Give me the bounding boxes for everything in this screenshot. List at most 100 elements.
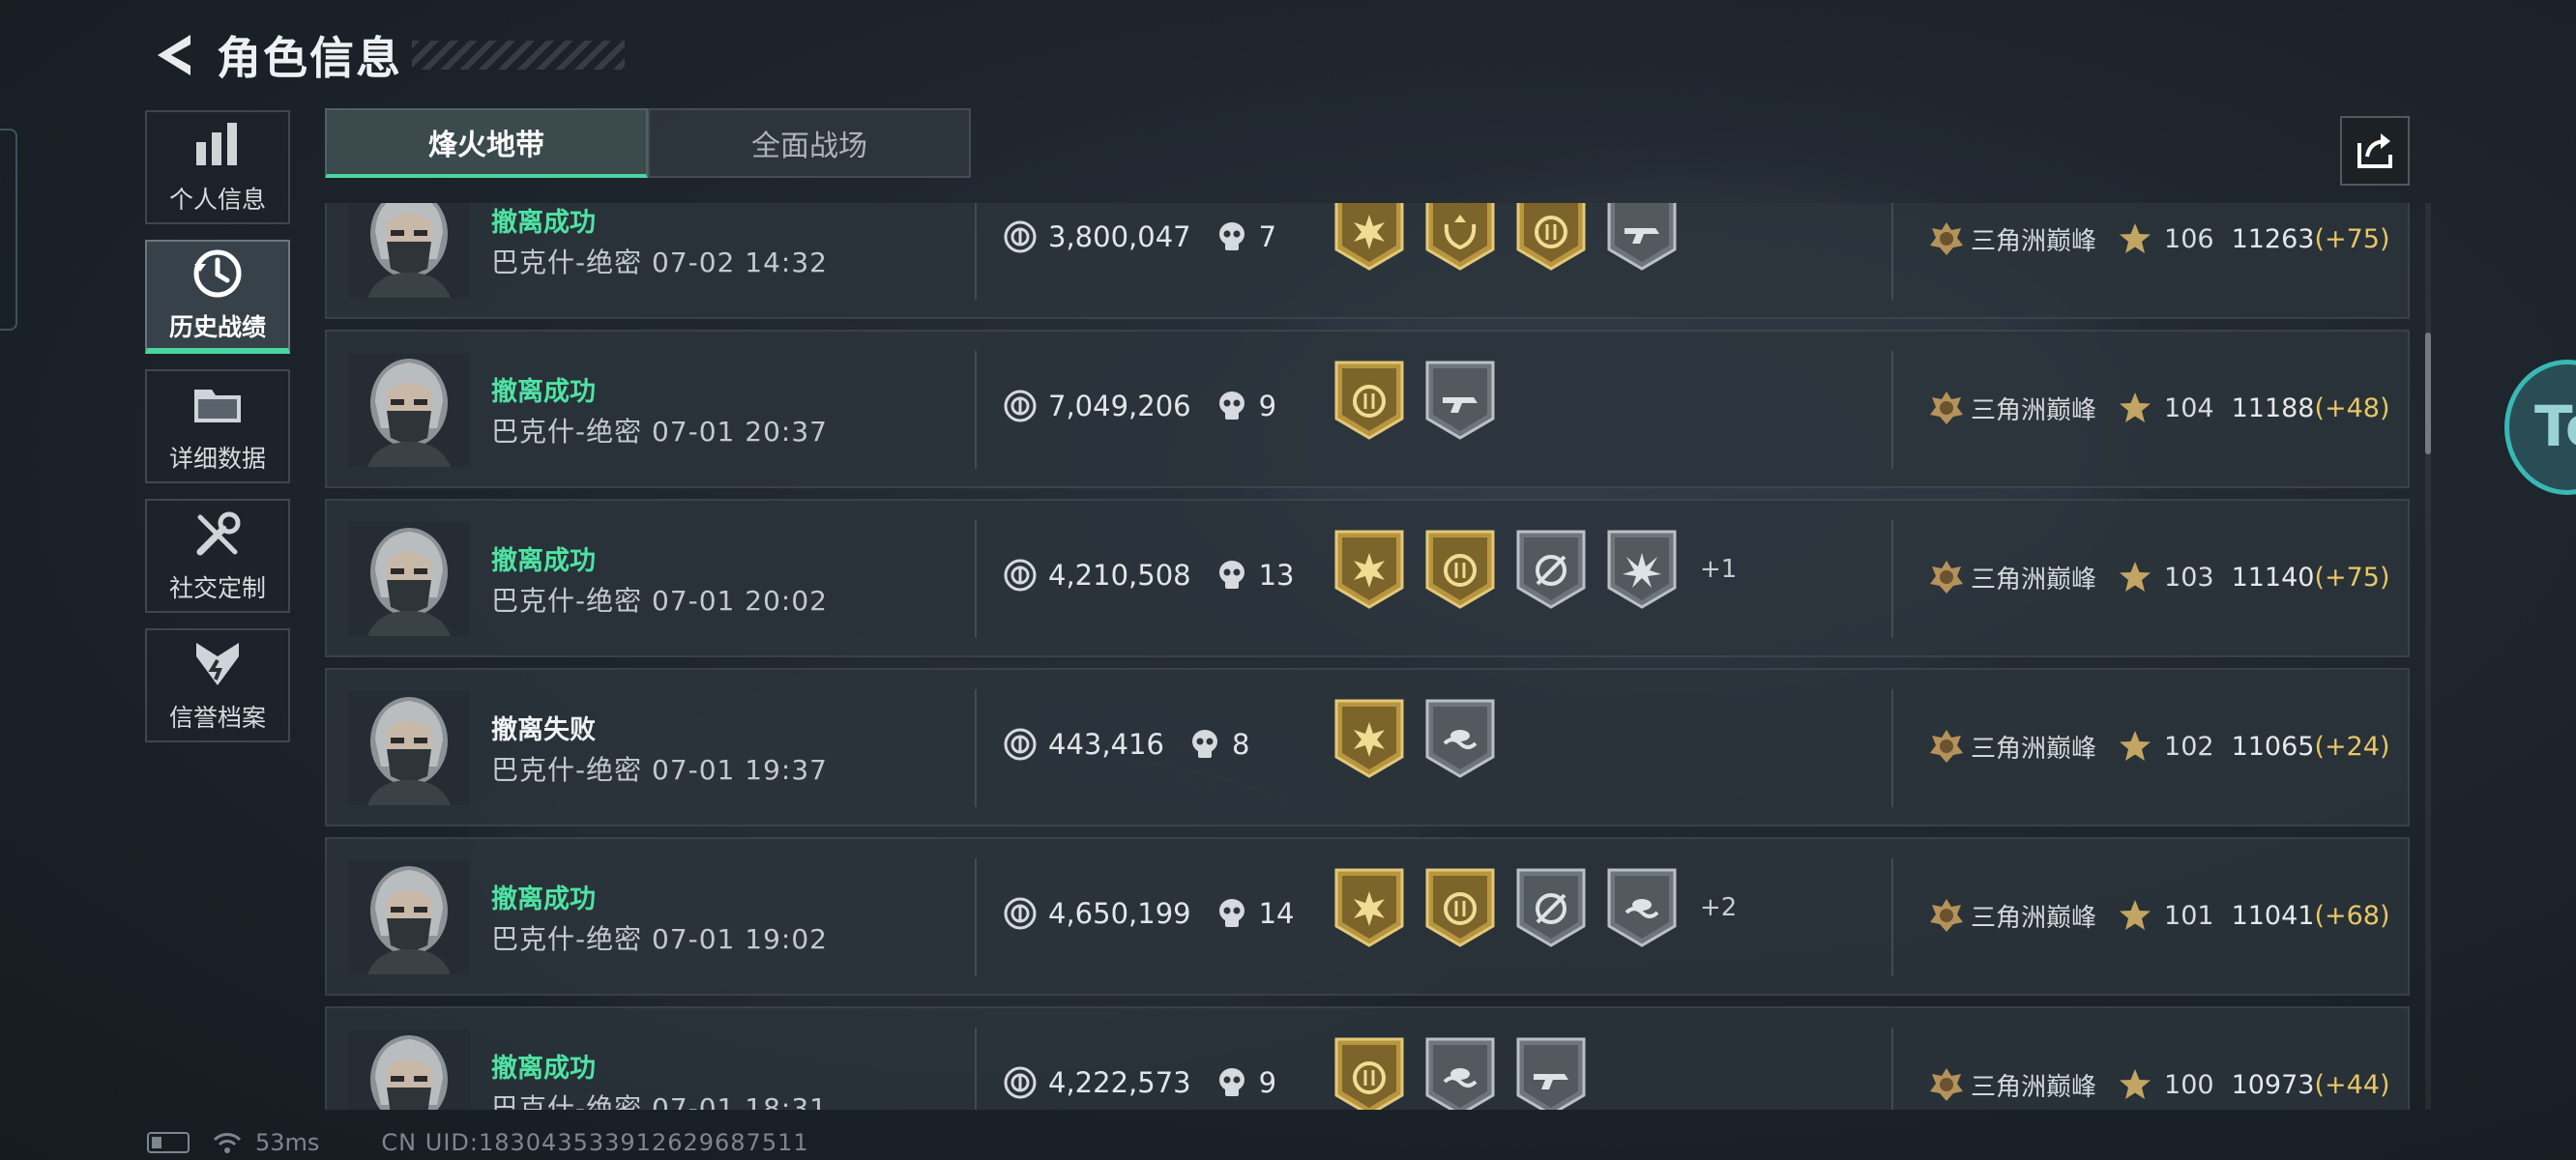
- chevron-badge-icon: [196, 643, 239, 685]
- rank-score: 11188(+48): [2232, 393, 2390, 423]
- more-medals-count[interactable]: +1: [1700, 555, 1737, 584]
- loot-value: 3,800,047 7: [1004, 220, 1276, 253]
- status-footer: 53ms CN UID:1830435339126296875​11: [147, 1129, 809, 1156]
- level-text: 104: [2164, 392, 2214, 423]
- wifi-icon: [213, 1133, 242, 1153]
- medal-silver-burst-icon[interactable]: [1605, 528, 1679, 611]
- rank-name: 三角洲巅峰: [1971, 565, 2097, 594]
- rank-score-value: 11140: [2231, 562, 2315, 593]
- medal-gold-coin-icon[interactable]: [1423, 866, 1497, 949]
- level-text: 102: [2164, 731, 2214, 762]
- latency-text: 53ms: [255, 1129, 320, 1156]
- rank-name: 三角洲巅峰: [1971, 1072, 2097, 1102]
- medal-gold-sun-icon[interactable]: [1332, 697, 1406, 780]
- map-and-time: 巴克什-绝密 07-01 19:02: [491, 923, 828, 955]
- tab-battlefield[interactable]: 全面战场: [648, 108, 971, 178]
- nav-label: 社交定制: [168, 574, 266, 602]
- share-button[interactable]: [2340, 116, 2410, 186]
- page-header: 角色信息: [145, 21, 625, 89]
- rank-score: 11263(+75): [2232, 224, 2390, 254]
- kill-count: 9: [1216, 1066, 1276, 1099]
- rank-info: 三角洲巅峰 106 11263(+75): [1926, 218, 2390, 259]
- operator-avatar: [348, 691, 470, 805]
- extraction-status: 撤离成功: [491, 1054, 596, 1084]
- battle-record-row[interactable]: 撤离失败 巴克什-绝密 07-01 19:37 443,416 8 三角洲巅峰 …: [325, 668, 2410, 826]
- star-icon: [2118, 391, 2152, 425]
- bar-chart-icon: [196, 123, 237, 165]
- divider: [1891, 858, 1893, 976]
- rank-info: 三角洲巅峰 103 11140(+75): [1926, 557, 2390, 597]
- kill-count-text: 9: [1258, 1066, 1277, 1099]
- rank-score-value: 10973: [2231, 1069, 2315, 1100]
- medal-silver-wave-icon[interactable]: [1605, 866, 1679, 949]
- battle-record-row[interactable]: 撤离成功 巴克什-绝密 07-01 19:02 4,650,199 14 +2: [325, 837, 2410, 996]
- loot-value: 4,222,573 9: [1004, 1066, 1276, 1099]
- nav-item-personal[interactable]: 个人信息: [145, 110, 290, 224]
- nav-item-social[interactable]: 社交定制: [145, 499, 290, 613]
- medal-list: +2: [1332, 866, 1737, 949]
- battle-record-row[interactable]: 撤离成功 巴克什-绝密 07-01 18:31 4,222,573 9 三角洲巅…: [325, 1006, 2410, 1110]
- level-text: 101: [2164, 900, 2214, 931]
- medal-gold-coin-icon[interactable]: [1332, 1035, 1406, 1110]
- rank-emblem-icon: [1926, 895, 1967, 936]
- medal-gold-coin-icon[interactable]: [1423, 528, 1497, 611]
- folder-icon: [194, 390, 241, 422]
- medal-silver-gun-icon[interactable]: [1423, 359, 1497, 442]
- rank-emblem-icon: [1926, 218, 1967, 259]
- title-decoration: [412, 41, 625, 70]
- operator-avatar: [348, 203, 470, 298]
- tab-firezone[interactable]: 烽火地带: [325, 108, 648, 178]
- rank-score-delta: (+48): [2314, 392, 2390, 423]
- medal-silver-target-icon[interactable]: [1514, 866, 1588, 949]
- mode-tabs: 烽火地带 全面战场: [325, 108, 971, 178]
- rank-score-value: 11041: [2231, 900, 2315, 931]
- medal-gold-sun-icon[interactable]: [1332, 203, 1406, 273]
- operator-avatar: [348, 522, 470, 636]
- medal-gold-wreath-icon[interactable]: [1423, 203, 1497, 273]
- loot-value-text: 443,416: [1048, 728, 1164, 761]
- share-icon: [2357, 133, 2392, 168]
- map-and-time: 巴克什-绝密 07-02 14:32: [491, 246, 828, 278]
- medal-gold-coin-icon[interactable]: [1514, 203, 1588, 273]
- side-drawer-handle[interactable]: [0, 129, 17, 331]
- medal-silver-gun-icon[interactable]: [1514, 1035, 1588, 1110]
- medal-gold-coin-icon[interactable]: [1332, 359, 1406, 442]
- loot-value-text: 7,049,206: [1048, 390, 1191, 422]
- battle-record-row[interactable]: 撤离成功 巴克什-绝密 07-01 20:02 4,210,508 13 +1: [325, 499, 2410, 657]
- tools-icon: [196, 511, 241, 556]
- medal-list: [1332, 1035, 1609, 1110]
- rank-name: 三角洲巅峰: [1971, 734, 2097, 764]
- medal-silver-wave-icon[interactable]: [1423, 697, 1497, 780]
- rank-info: 三角洲巅峰 104 11188(+48): [1926, 388, 2390, 428]
- uid-text: CN UID:1830435339126296875​11: [381, 1129, 809, 1156]
- floating-assistant-button[interactable]: To: [2504, 360, 2576, 495]
- coin-icon: [1004, 1066, 1037, 1099]
- more-medals-count[interactable]: +2: [1700, 893, 1737, 922]
- nav-item-detail[interactable]: 详细数据: [145, 369, 290, 483]
- divider: [1891, 1028, 1893, 1110]
- loot-value: 443,416 8: [1004, 728, 1249, 761]
- divider: [1891, 203, 1893, 300]
- divider: [1891, 351, 1893, 469]
- extraction-status: 撤离成功: [491, 208, 596, 238]
- divider: [975, 858, 977, 976]
- medal-gold-sun-icon[interactable]: [1332, 528, 1406, 611]
- scrollbar-thumb[interactable]: [2425, 333, 2431, 454]
- medal-silver-gun-icon[interactable]: [1605, 203, 1679, 273]
- back-button[interactable]: [145, 26, 203, 84]
- battle-record-row[interactable]: 撤离成功 巴克什-绝密 07-02 14:32 3,800,047 7 三角洲巅…: [325, 203, 2410, 319]
- battle-record-list[interactable]: 撤离成功 巴克什-绝密 07-02 14:32 3,800,047 7 三角洲巅…: [325, 203, 2417, 1110]
- divider: [975, 689, 977, 807]
- map-and-time: 巴克什-绝密 07-01 19:37: [491, 754, 828, 786]
- medal-gold-sun-icon[interactable]: [1332, 866, 1406, 949]
- nav-item-history[interactable]: 历史战绩: [145, 240, 290, 354]
- loot-value: 4,650,199 14: [1004, 897, 1295, 930]
- kill-count: 8: [1189, 728, 1249, 761]
- rank-emblem-icon: [1926, 388, 1967, 428]
- coin-icon: [1004, 220, 1037, 253]
- medal-silver-wave-icon[interactable]: [1423, 1035, 1497, 1110]
- rank-info: 三角洲巅峰 100 10973(+44): [1926, 1064, 2390, 1105]
- battle-record-row[interactable]: 撤离成功 巴克什-绝密 07-01 20:37 7,049,206 9 三角洲巅…: [325, 330, 2410, 488]
- nav-item-credit[interactable]: 信誉档案: [145, 628, 290, 742]
- medal-silver-target-icon[interactable]: [1514, 528, 1588, 611]
